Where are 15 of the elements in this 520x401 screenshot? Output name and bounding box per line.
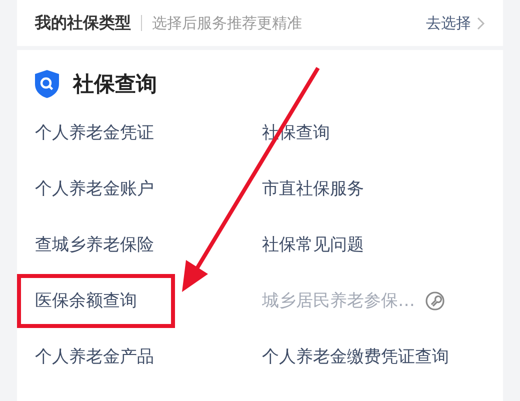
wrench-icon xyxy=(425,291,445,311)
shield-search-icon xyxy=(35,70,59,98)
choose-link[interactable]: 去选择 xyxy=(426,14,485,32)
section-title: 社保查询 xyxy=(73,71,157,98)
service-link[interactable]: 医保余额查询 xyxy=(35,286,137,316)
service-link[interactable]: 个人养老金产品 xyxy=(35,342,154,372)
section-label: 我的社保类型 xyxy=(35,12,131,34)
chevron-right-icon xyxy=(477,16,485,30)
service-link[interactable]: 个人养老金缴费凭证查询 xyxy=(262,342,449,372)
service-link[interactable]: 个人养老金账户 xyxy=(35,174,154,204)
hint-text: 选择后服务推荐更精准 xyxy=(152,14,303,32)
service-link[interactable]: 社保常见问题 xyxy=(262,230,364,260)
service-link[interactable]: 个人养老金凭证 xyxy=(35,118,154,148)
service-link[interactable]: 市直社保服务 xyxy=(262,174,364,204)
service-link[interactable]: 查城乡养老保险 xyxy=(35,230,154,260)
